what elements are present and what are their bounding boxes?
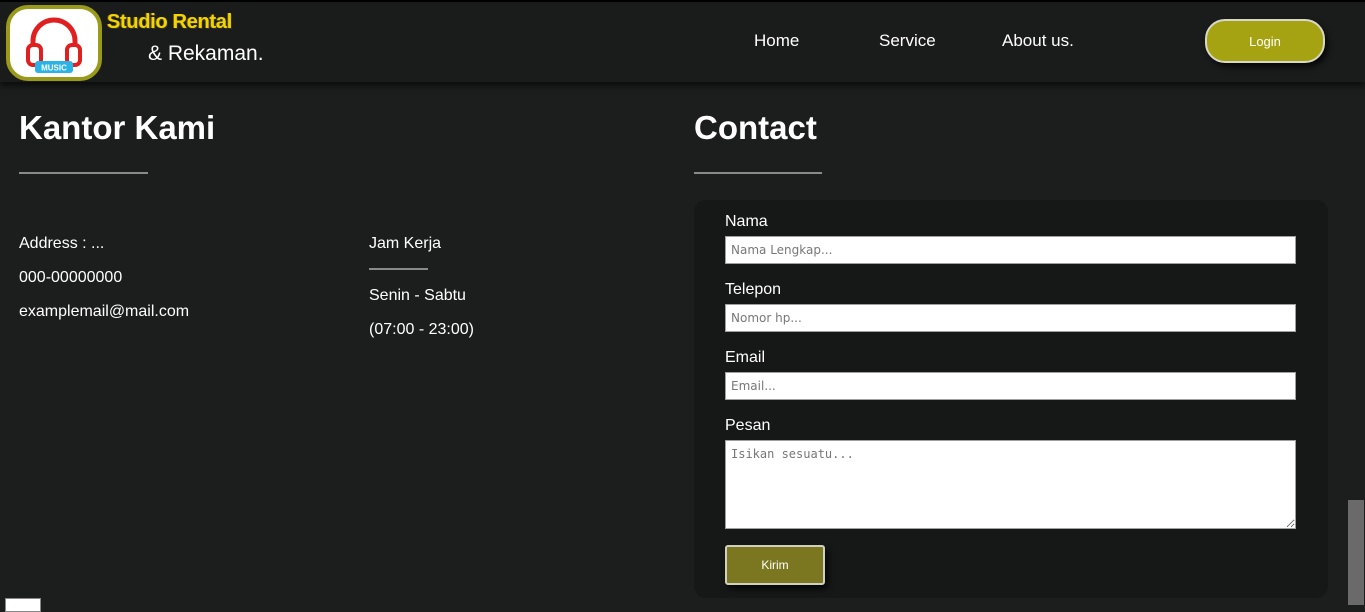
hours-title: Jam Kerja — [369, 235, 442, 252]
brand-title: Studio Rental — [107, 11, 232, 33]
name-label: Nama — [725, 213, 768, 230]
headphones-icon: MUSIC — [26, 17, 82, 73]
submit-button[interactable]: Kirim — [725, 545, 825, 585]
message-textarea[interactable] — [725, 440, 1296, 529]
phone-input[interactable] — [725, 304, 1296, 332]
contact-divider — [694, 172, 822, 174]
office-address: Address : ... — [19, 235, 105, 252]
office-email: examplemail@mail.com — [19, 303, 190, 320]
email-input[interactable] — [725, 372, 1296, 400]
name-input[interactable] — [725, 236, 1296, 264]
logo-text: MUSIC — [41, 64, 67, 73]
message-label: Pesan — [725, 417, 771, 434]
nav-home[interactable]: Home — [754, 31, 799, 51]
office-phone: 000-00000000 — [19, 269, 123, 286]
hours-time: (07:00 - 23:00) — [369, 321, 474, 338]
contact-heading: Contact — [694, 109, 817, 146]
brand-subtitle: & Rekaman. — [148, 42, 264, 65]
footer-chip — [5, 598, 41, 612]
hours-divider — [369, 268, 428, 270]
scrollbar-thumb[interactable] — [1348, 500, 1364, 605]
nav-service[interactable]: Service — [879, 31, 936, 51]
login-button[interactable]: Login — [1205, 19, 1325, 63]
navbar: MUSIC Studio Rental & Rekaman. Home Serv… — [0, 0, 1365, 82]
hours-days: Senin - Sabtu — [369, 287, 466, 304]
office-divider — [19, 172, 148, 174]
office-heading: Kantor Kami — [19, 109, 216, 146]
phone-label: Telepon — [725, 281, 782, 298]
email-label: Email — [725, 349, 766, 366]
nav-about[interactable]: About us. — [1002, 31, 1074, 51]
logo[interactable]: MUSIC — [6, 5, 102, 81]
